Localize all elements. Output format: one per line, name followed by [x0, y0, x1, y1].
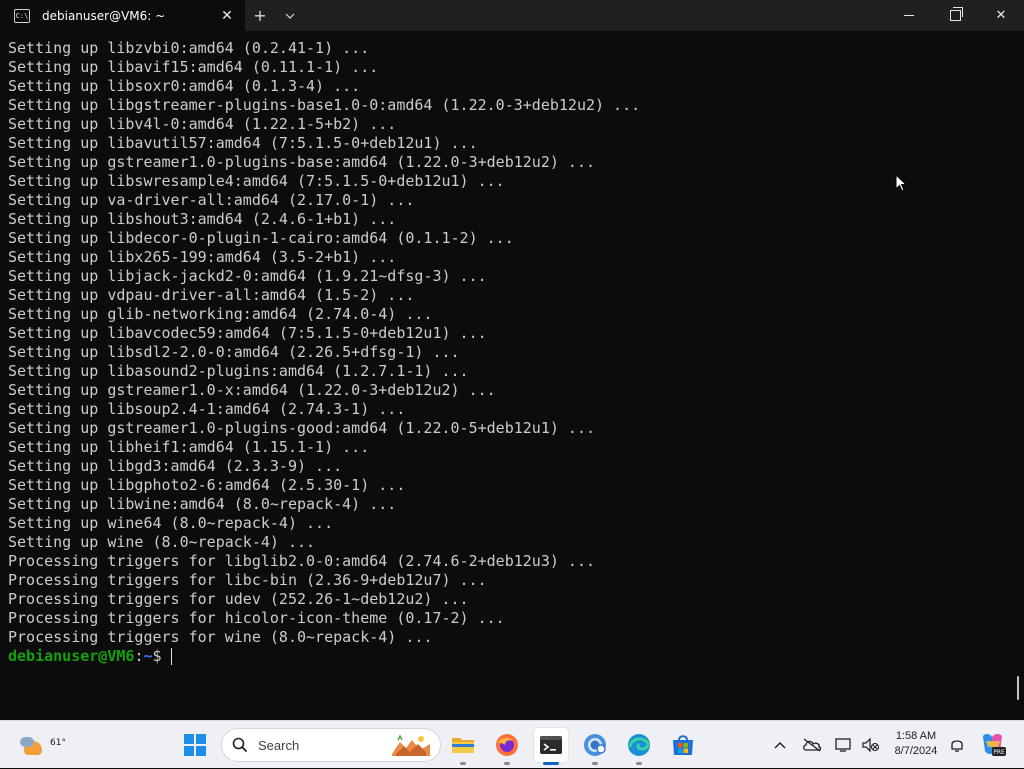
terminal-line: Setting up libgphoto2-6:amd64 (2.5.30-1)… [8, 476, 406, 494]
onedrive-button[interactable] [799, 732, 825, 758]
terminal-line: Setting up libshout3:amd64 (2.4.6-1+b1) … [8, 210, 397, 228]
prompt-separator: : [134, 647, 144, 665]
terminal-line: Setting up libdecor-0-plugin-1-cairo:amd… [8, 229, 514, 247]
terminal-line: Processing triggers for udev (252.26-1~d… [8, 590, 469, 608]
terminal-lines: Setting up libzvbi0:amd64 (0.2.41-1) ...… [8, 39, 640, 666]
clock-time: 1:58 AM [895, 730, 937, 742]
file-explorer-icon [452, 738, 474, 753]
onedrive-offline-icon [803, 738, 822, 752]
firefox-button[interactable] [490, 728, 524, 765]
store-button[interactable] [666, 728, 700, 762]
tab-title: debianuser@VM6: ~ [42, 8, 166, 23]
volume-muted-icon [862, 737, 879, 753]
network-button[interactable] [831, 732, 857, 758]
text-cursor [170, 648, 172, 665]
taskbar-search[interactable] [221, 728, 441, 762]
running-indicator [592, 762, 598, 765]
terminal-line: Setting up libgstreamer-plugins-base1.0-… [8, 96, 641, 114]
mouse-pointer-icon [895, 174, 907, 192]
terminal-line: Setting up libwine:amd64 (8.0~repack-4) … [8, 495, 397, 513]
terminal-line: Setting up libsoup2.4-1:amd64 (2.74.3-1)… [8, 400, 406, 418]
terminal-line: Setting up gstreamer1.0-plugins-base:amd… [8, 153, 595, 171]
terminal-line: Setting up libavutil57:amd64 (7:5.1.5-0+… [8, 134, 478, 152]
terminal-line: Setting up libswresample4:amd64 (7:5.1.5… [8, 172, 505, 190]
terminal-line: Setting up glib-networking:amd64 (2.74.0… [8, 305, 433, 323]
tab-dropdown-icon[interactable] [275, 0, 305, 31]
start-button[interactable] [178, 728, 212, 762]
title-drag-area[interactable] [305, 0, 886, 31]
terminal-line: Setting up libheif1:amd64 (1.15.1-1) ... [8, 438, 370, 456]
running-indicator [636, 762, 642, 765]
terminal-icon [540, 736, 562, 754]
terminal-line: Setting up gstreamer1.0-x:amd64 (1.22.0-… [8, 381, 496, 399]
terminal-line: Setting up vdpau-driver-all:amd64 (1.5-2… [8, 286, 415, 304]
clock[interactable]: 1:58 AM 8/7/2024 [885, 729, 947, 759]
terminal-line: Setting up libv4l-0:amd64 (1.22.1-5+b2) … [8, 115, 397, 133]
running-indicator [460, 762, 466, 765]
weather-widget[interactable]: 61° [18, 729, 66, 759]
weather-temperature: 61° [50, 738, 66, 748]
terminal-line: Setting up va-driver-all:amd64 (2.17.0-1… [8, 191, 415, 209]
chrome-icon [584, 734, 606, 756]
terminal-line: Setting up libavcodec59:amd64 (7:5.1.5-0… [8, 324, 487, 342]
taskbar: 61° Search 1:58 AM 8/7/2024 PRE [0, 720, 1024, 768]
volume-button[interactable] [857, 732, 883, 758]
terminal-line: Setting up libzvbi0:amd64 (0.2.41-1) ... [8, 39, 370, 57]
search-input[interactable] [256, 736, 380, 754]
prompt-line[interactable]: debianuser@VM6: ~ $ [8, 647, 640, 666]
notifications-button[interactable] [944, 732, 970, 758]
new-tab-button[interactable]: + [245, 0, 275, 31]
terminal-line: Processing triggers for libglib2.0-0:amd… [8, 552, 595, 570]
show-hidden-icons-button[interactable] [767, 732, 793, 758]
terminal-line: Setting up libsoxr0:amd64 (0.1.3-4) ... [8, 77, 361, 95]
terminal-line: Processing triggers for libc-bin (2.36-9… [8, 571, 487, 589]
firefox-icon [496, 734, 518, 756]
terminal-line: Processing triggers for wine (8.0~repack… [8, 628, 433, 646]
terminal-line: Processing triggers for hicolor-icon-the… [8, 609, 505, 627]
store-icon [673, 735, 693, 755]
terminal-line: Setting up libasound2-plugins:amd64 (1.2… [8, 362, 469, 380]
prompt-user: debianuser@VM6 [8, 647, 135, 665]
terminal-tab[interactable]: C:\ debianuser@VM6: ~ ✕ [0, 0, 245, 31]
file-explorer-button[interactable] [446, 728, 480, 765]
terminal-line: Setting up wine64 (8.0~repack-4) ... [8, 514, 334, 532]
chevron-up-icon [774, 742, 786, 749]
terminal-tab-icon: C:\ [14, 8, 30, 23]
terminal-output[interactable]: Setting up libzvbi0:amd64 (0.2.41-1) ...… [0, 31, 1024, 720]
terminal-line: Setting up gstreamer1.0-plugins-good:amd… [8, 419, 595, 437]
minimize-button[interactable] [886, 0, 932, 31]
edge-button[interactable] [622, 728, 656, 765]
terminal-button[interactable] [534, 728, 568, 765]
title-bar: C:\ debianuser@VM6: ~ ✕ + ✕ [0, 0, 1024, 31]
minimize-icon [904, 15, 914, 16]
running-indicator [543, 762, 559, 765]
terminal-line: Setting up libx265-199:amd64 (3.5-2+b1) … [8, 248, 397, 266]
bell-icon [951, 740, 963, 752]
weather-cloud-icon [20, 737, 34, 747]
restore-icon [949, 7, 963, 21]
terminal-line: Setting up libsdl2-2.0-0:amd64 (2.26.5+d… [8, 343, 460, 361]
terminal-line: Setting up libjack-jackd2-0:amd64 (1.9.2… [8, 267, 487, 285]
system-tray [767, 721, 883, 769]
copilot-badge: PRE [993, 749, 1005, 756]
search-highlight-icon [392, 734, 430, 756]
copilot-icon[interactable]: PRE [980, 731, 1006, 757]
close-window-button[interactable]: ✕ [978, 0, 1024, 31]
running-indicator [504, 762, 510, 765]
chevron-down-icon [285, 13, 295, 19]
close-tab-icon[interactable]: ✕ [213, 2, 241, 30]
windows-logo-icon [184, 734, 206, 756]
search-icon [232, 737, 248, 753]
restore-button[interactable] [932, 0, 978, 31]
network-icon [835, 738, 851, 752]
terminal-line: Setting up wine (8.0~repack-4) ... [8, 533, 316, 551]
chrome-button[interactable] [578, 728, 612, 765]
clock-date: 8/7/2024 [894, 745, 938, 757]
terminal-line: Setting up libgd3:amd64 (2.3.3-9) ... [8, 457, 343, 475]
scrollbar-thumb[interactable] [1017, 676, 1019, 700]
prompt-symbol: $ [152, 647, 162, 665]
prompt-path: ~ [143, 647, 153, 665]
terminal-line: Setting up libavif15:amd64 (0.11.1-1) ..… [8, 58, 379, 76]
edge-icon [628, 734, 650, 756]
